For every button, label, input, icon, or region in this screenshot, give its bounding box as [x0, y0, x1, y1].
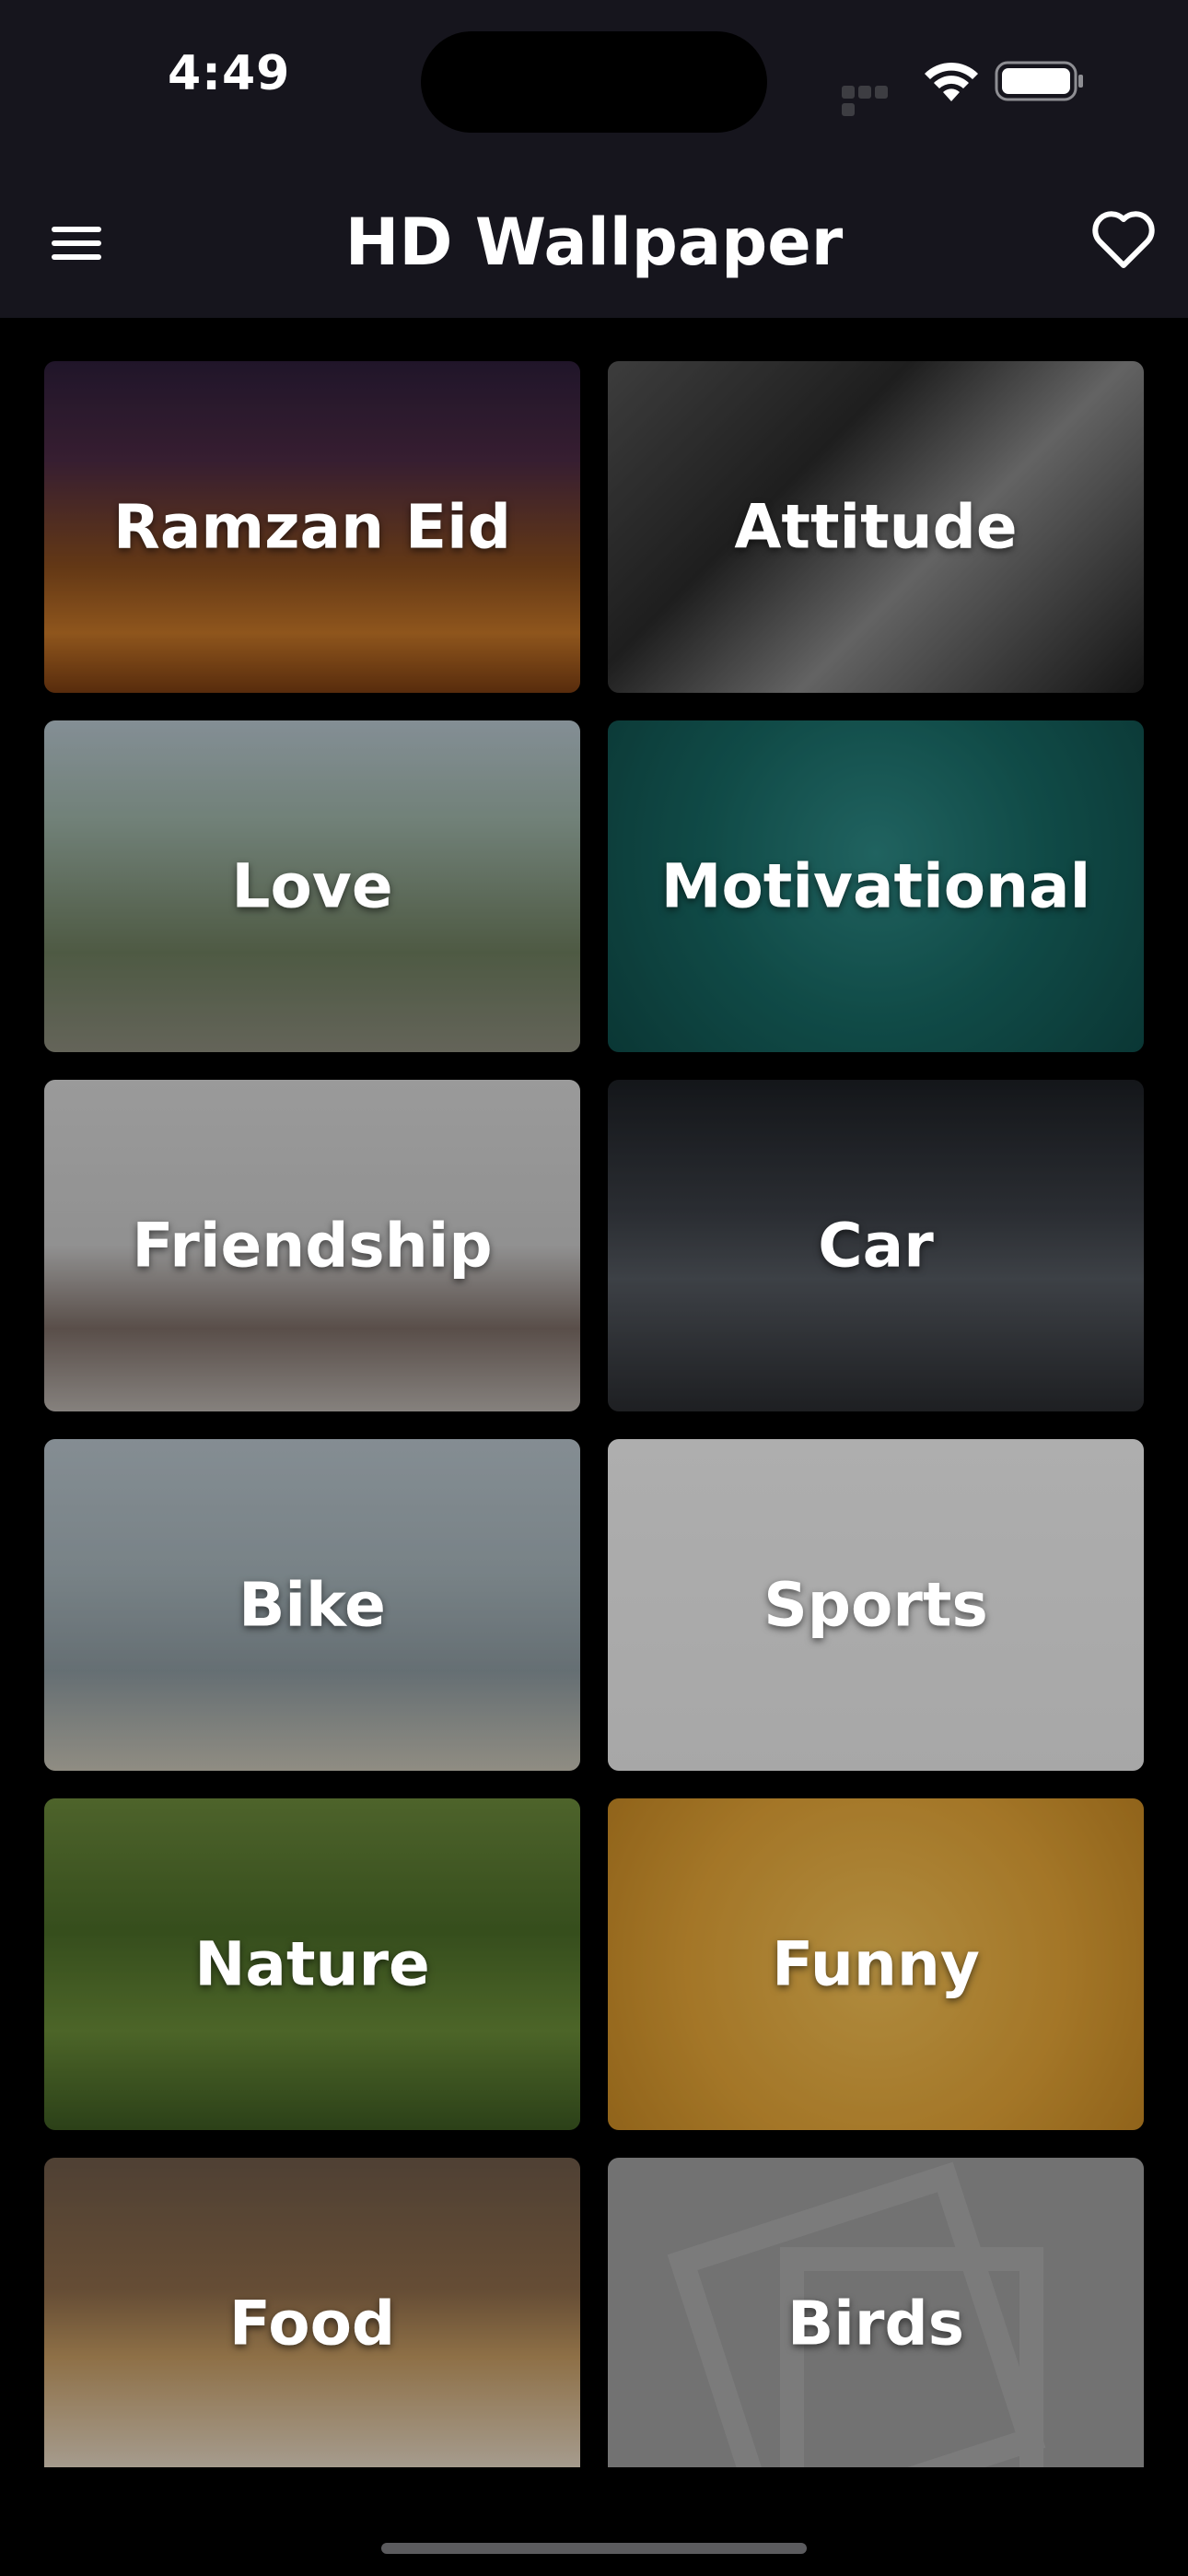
status-bar: 4:49 — [0, 0, 1188, 175]
category-tile-friendship[interactable]: Friendship — [44, 1080, 580, 1411]
category-label: Ramzan Eid — [113, 491, 511, 563]
category-label: Food — [228, 2288, 396, 2359]
category-label: Attitude — [734, 491, 1018, 563]
category-tile-motivational[interactable]: Motivational — [608, 720, 1144, 1052]
category-label: Love — [231, 850, 393, 922]
category-label: Friendship — [132, 1210, 493, 1282]
category-tile-ramzan-eid[interactable]: Ramzan Eid — [44, 361, 580, 693]
category-tile-car[interactable]: Car — [608, 1080, 1144, 1411]
category-label: Birds — [786, 2288, 964, 2359]
category-tile-bike[interactable]: Bike — [44, 1439, 580, 1771]
favorites-button[interactable] — [1087, 203, 1160, 276]
category-tile-funny[interactable]: Funny — [608, 1798, 1144, 2130]
page-title: HD Wallpaper — [344, 205, 844, 280]
category-tile-sports[interactable]: Sports — [608, 1439, 1144, 1771]
category-tile-love[interactable]: Love — [44, 720, 580, 1052]
wifi-icon — [925, 62, 978, 101]
category-label: Sports — [763, 1569, 988, 1641]
battery-icon — [995, 61, 1083, 101]
status-time: 4:49 — [168, 46, 291, 101]
category-label: Bike — [239, 1569, 386, 1641]
category-tile-nature[interactable]: Nature — [44, 1798, 580, 2130]
category-grid: Ramzan Eid Attitude Love Motivational Fr… — [44, 361, 1144, 2467]
category-label: Car — [818, 1210, 934, 1282]
category-label: Funny — [772, 1928, 980, 2000]
dynamic-island — [421, 31, 767, 133]
category-tile-birds[interactable]: Birds — [608, 2158, 1144, 2467]
category-label: Motivational — [660, 850, 1091, 922]
category-tile-food[interactable]: Food — [44, 2158, 580, 2467]
heart-outline-icon — [1092, 211, 1155, 268]
category-tile-attitude[interactable]: Attitude — [608, 361, 1144, 693]
cellular-signal-icon — [842, 85, 906, 116]
category-label: Nature — [194, 1928, 430, 2000]
home-indicator[interactable] — [381, 2543, 807, 2554]
app-bar: HD Wallpaper — [0, 175, 1188, 318]
